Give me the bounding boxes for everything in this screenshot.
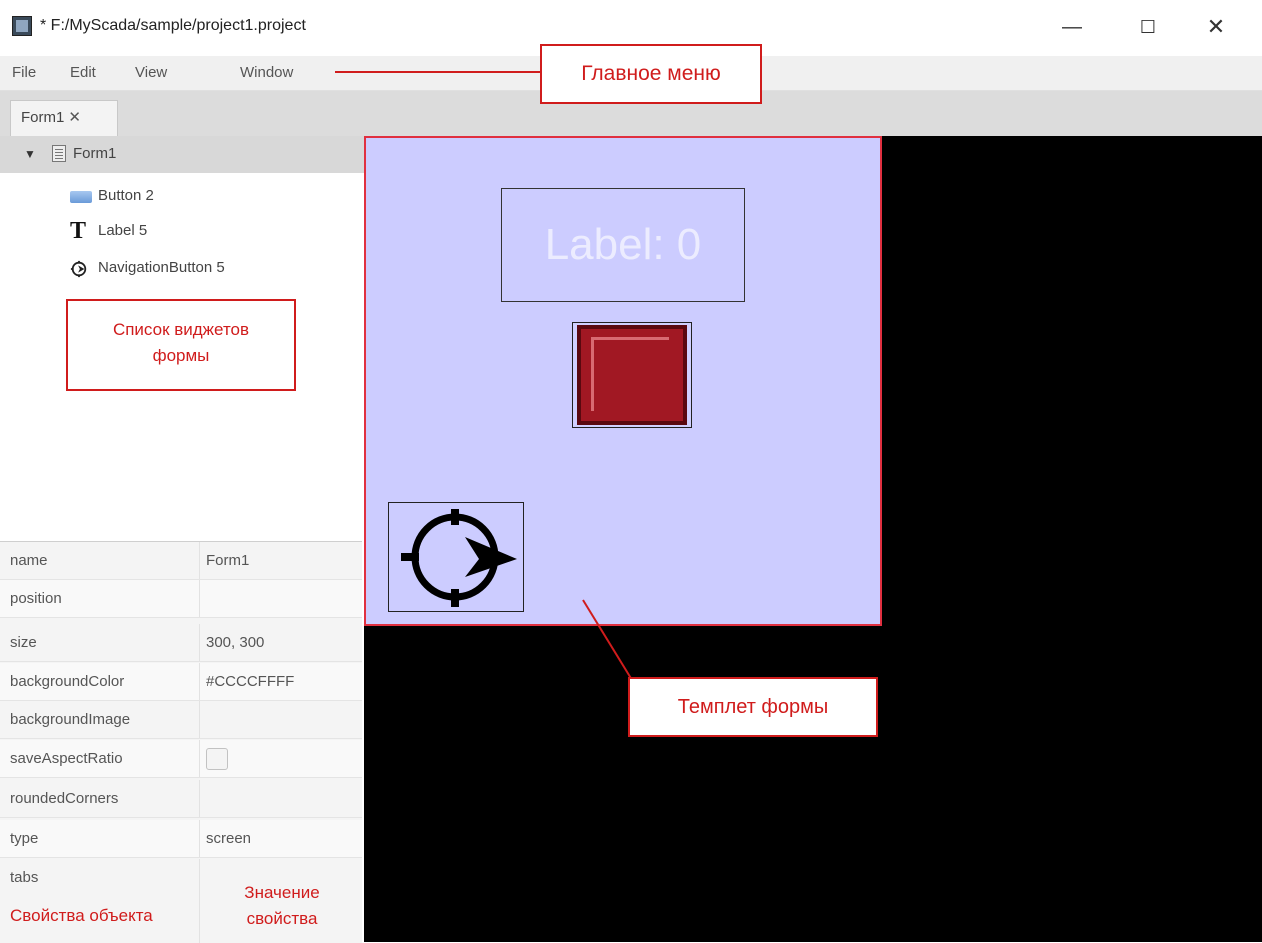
column-divider: [199, 542, 200, 579]
button-highlight: [591, 337, 669, 411]
property-name: saveAspectRatio: [10, 750, 123, 767]
tree-item-label: NavigationButton 5: [98, 259, 225, 276]
button-icon: [70, 191, 92, 203]
property-row-roundedcorners[interactable]: roundedCorners: [0, 780, 362, 818]
tree-item-label: Button 2: [98, 187, 154, 204]
column-divider: [199, 624, 200, 661]
tree-item-button[interactable]: Button 2: [70, 183, 360, 213]
annotation-line: Список виджетов: [112, 320, 250, 339]
column-divider: [199, 663, 200, 700]
tree-item-navigation-button[interactable]: NavigationButton 5: [70, 255, 360, 285]
property-value[interactable]: #CCCCFFFF: [206, 673, 294, 690]
menu-view[interactable]: View: [135, 64, 167, 81]
minimize-button[interactable]: —: [1052, 12, 1092, 42]
tree-item-label-widget[interactable]: T Label 5: [70, 218, 360, 248]
property-row-saveaspectratio[interactable]: saveAspectRatio: [0, 740, 362, 778]
menu-edit[interactable]: Edit: [70, 64, 96, 81]
form-icon: [52, 145, 66, 162]
property-row-position[interactable]: position: [0, 580, 362, 618]
annotation-main-menu: Главное меню: [540, 44, 762, 104]
property-value[interactable]: Form1: [206, 552, 249, 569]
column-divider: [199, 859, 200, 943]
property-name: backgroundImage: [10, 711, 131, 728]
property-value[interactable]: screen: [206, 830, 251, 847]
annotation-form-template: Темплет формы: [628, 677, 878, 737]
maximize-button[interactable]: ☐: [1128, 12, 1168, 42]
button-widget[interactable]: [572, 322, 692, 428]
property-row-size[interactable]: size 300, 300: [0, 624, 362, 662]
column-divider: [199, 780, 200, 817]
property-value[interactable]: 300, 300: [206, 634, 264, 651]
annotation-object-properties: Свойства объекта: [10, 906, 153, 925]
expand-arrow-icon[interactable]: ▼: [24, 147, 36, 161]
window-title: * F:/MyScada/sample/project1.project: [40, 17, 306, 34]
annotation-line: формы: [152, 346, 210, 365]
navigation-icon: [70, 260, 87, 278]
property-name: size: [10, 634, 37, 651]
button-widget-face: [577, 325, 687, 425]
annotation-property-value: Значение свойства: [232, 880, 332, 932]
property-name: type: [10, 830, 39, 847]
property-name: tabs: [10, 869, 39, 886]
label-icon: T: [70, 218, 87, 244]
tree-root-form1[interactable]: ▼ Form1: [0, 136, 364, 173]
column-divider: [199, 820, 200, 857]
property-row-name[interactable]: name Form1: [0, 542, 362, 580]
annotation-line: Значение: [244, 883, 320, 902]
property-row-backgroundcolor[interactable]: backgroundColor #CCCCFFFF: [0, 663, 362, 701]
close-button[interactable]: ✕: [1196, 12, 1236, 42]
menu-window[interactable]: Window: [240, 64, 293, 81]
column-divider: [199, 701, 200, 738]
tree-root-label: Form1: [73, 145, 117, 162]
property-name: name: [10, 552, 48, 569]
navigation-button-widget[interactable]: [388, 502, 524, 612]
property-row-backgroundimage[interactable]: backgroundImage: [0, 701, 362, 739]
tab-label: Form1: [21, 109, 65, 126]
app-icon: [12, 16, 32, 36]
menu-file[interactable]: File: [12, 64, 36, 81]
annotation-widget-list: Список виджетов формы: [66, 299, 296, 391]
annotation-line: свойства: [246, 909, 318, 928]
tab-form1[interactable]: Form1 ✕: [10, 100, 118, 136]
column-divider: [199, 740, 200, 777]
label-widget-text: Label: 0: [544, 220, 702, 269]
label-widget[interactable]: Label: 0: [501, 188, 745, 302]
property-name: backgroundColor: [10, 673, 125, 690]
property-row-type[interactable]: type screen: [0, 820, 362, 858]
form-template[interactable]: Label: 0: [364, 136, 882, 626]
property-name: position: [10, 590, 62, 607]
property-name: roundedCorners: [10, 790, 119, 807]
save-aspect-ratio-checkbox[interactable]: [206, 748, 228, 770]
tab-close-icon[interactable]: ✕: [68, 109, 81, 126]
column-divider: [199, 580, 200, 617]
design-canvas[interactable]: Label: 0: [364, 136, 1262, 942]
navigation-icon: [401, 509, 517, 607]
tree-item-label: Label 5: [98, 222, 148, 239]
